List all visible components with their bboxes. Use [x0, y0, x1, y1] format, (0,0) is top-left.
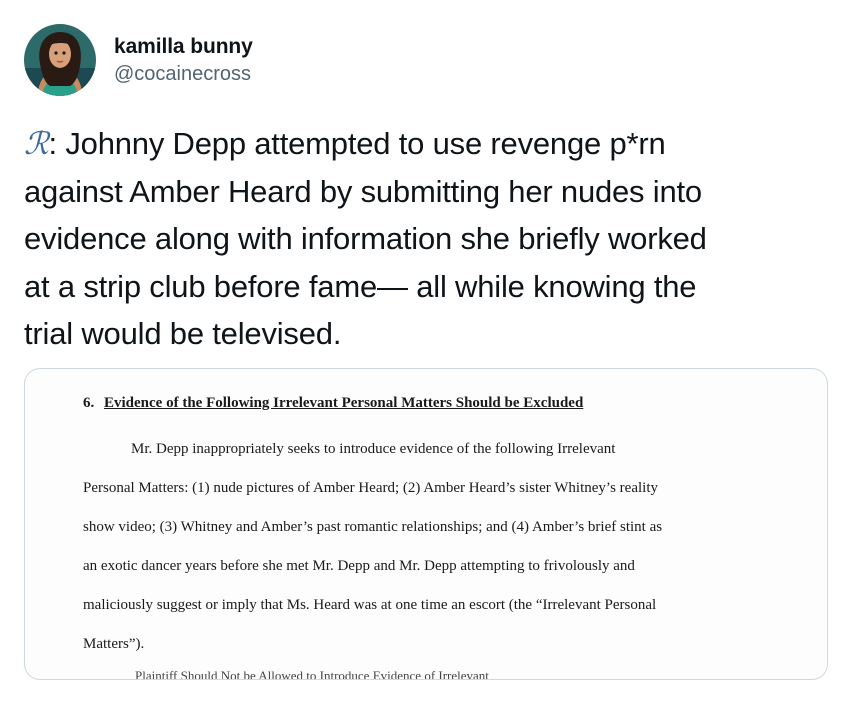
tweet-line-1: : Johnny Depp attempted to use revenge p… — [48, 126, 666, 161]
document-line: maliciously suggest or imply that Ms. He… — [83, 597, 657, 613]
document-line: Mr. Depp inappropriately seeks to introd… — [131, 441, 616, 457]
user-handle[interactable]: @cocainecross — [114, 63, 251, 86]
section-heading: 6. Evidence of the Following Irrelevant … — [83, 395, 783, 417]
display-name[interactable]: kamilla bunny — [114, 35, 253, 59]
tweet-line-3: evidence along with information she brie… — [24, 221, 707, 256]
document-line: an exotic dancer years before she met Mr… — [83, 558, 635, 574]
cut-off-document-line: Plaintiff Should Not be Allowed to Intro… — [135, 668, 489, 680]
avatar[interactable] — [24, 24, 96, 96]
tweet-line: ℛ: Johnny Depp attempted to use revenge … — [24, 120, 834, 168]
document-line: Personal Matters: (1) nude pictures of A… — [83, 480, 658, 496]
section-title: Evidence of the Following Irrelevant Per… — [104, 395, 584, 411]
tweet-line-4: at a strip club before fame— all while k… — [24, 268, 697, 304]
document-line: show video; (3) Whitney and Amber’s past… — [83, 519, 663, 535]
script-r-glyph: ℛ — [24, 126, 49, 161]
tweet-text: ℛ: Johnny Depp attempted to use revenge … — [24, 120, 834, 358]
section-number: 6. — [83, 395, 95, 411]
document-paragraph: Mr. Depp inappropriately seeks to introd… — [83, 430, 783, 664]
tweet-line-2: against Amber Heard by submitting her nu… — [24, 173, 702, 209]
legal-document-excerpt: 6. Evidence of the Following Irrelevant … — [83, 395, 783, 664]
tweet-line-5: trial would be televised. — [24, 316, 342, 351]
tweet-header: kamilla bunny @cocainecross — [24, 22, 824, 98]
document-line: Matters”). — [83, 636, 145, 652]
media-attachment[interactable]: 6. Evidence of the Following Irrelevant … — [24, 368, 828, 680]
